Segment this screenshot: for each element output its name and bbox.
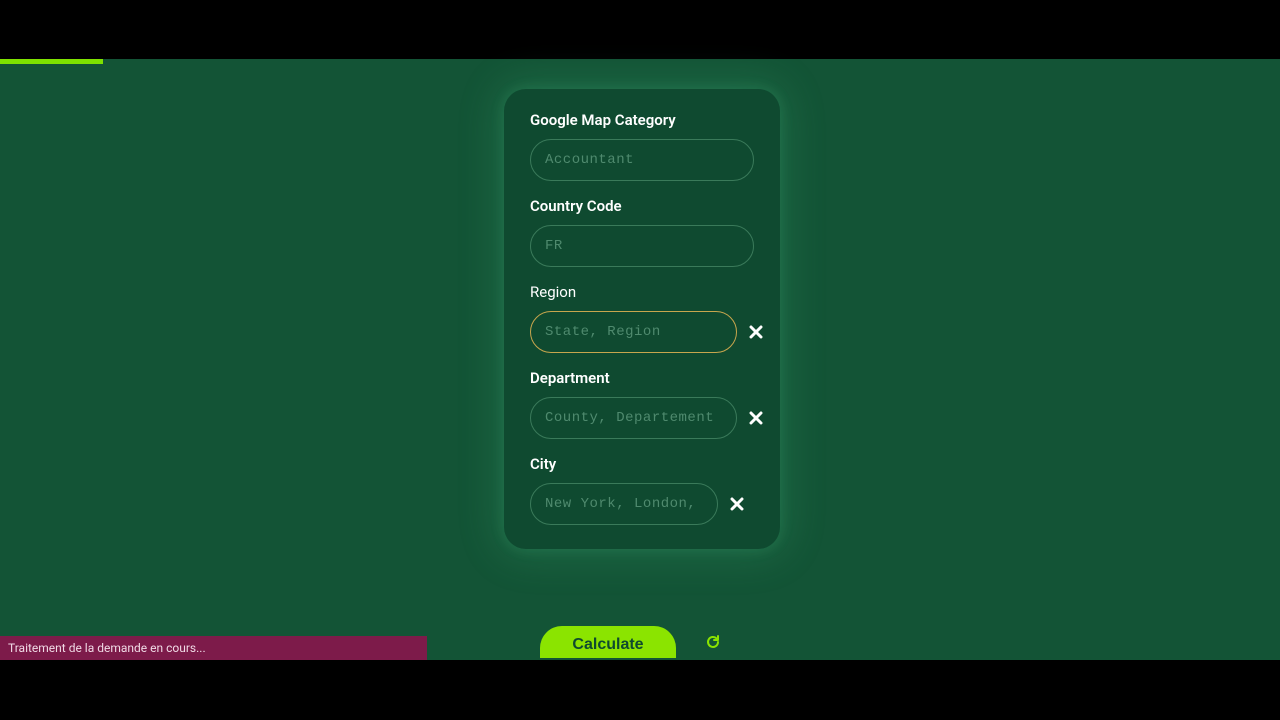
field-category: Google Map Category	[530, 111, 754, 181]
region-input[interactable]	[530, 311, 737, 353]
status-bar: Traitement de la demande en cours...	[0, 636, 427, 660]
region-row	[530, 311, 754, 353]
category-input[interactable]	[530, 139, 754, 181]
country-input[interactable]	[530, 225, 754, 267]
close-icon	[730, 497, 744, 511]
label-city: City	[530, 455, 754, 473]
label-department: Department	[530, 369, 754, 387]
label-country: Country Code	[530, 197, 754, 215]
label-category: Google Map Category	[530, 111, 754, 129]
department-row	[530, 397, 754, 439]
close-icon	[749, 325, 763, 339]
refresh-icon	[705, 634, 721, 650]
city-input[interactable]	[530, 483, 718, 525]
calculate-button[interactable]: Calculate	[540, 626, 676, 658]
close-icon	[749, 411, 763, 425]
field-department: Department	[530, 369, 754, 439]
loading-progress-bar	[0, 59, 103, 64]
city-clear-button[interactable]	[728, 495, 746, 513]
status-message: Traitement de la demande en cours...	[8, 641, 206, 655]
department-input[interactable]	[530, 397, 737, 439]
calculate-row: Calculate	[540, 626, 722, 658]
refresh-button[interactable]	[704, 633, 722, 651]
field-country: Country Code	[530, 197, 754, 267]
app-stage: Google Map Category Country Code Region …	[0, 59, 1280, 660]
search-form-card: Google Map Category Country Code Region …	[504, 89, 780, 549]
region-clear-button[interactable]	[747, 323, 765, 341]
field-city: City	[530, 455, 754, 525]
city-row	[530, 483, 754, 525]
department-clear-button[interactable]	[747, 409, 765, 427]
label-region: Region	[530, 283, 754, 301]
field-region: Region	[530, 283, 754, 353]
